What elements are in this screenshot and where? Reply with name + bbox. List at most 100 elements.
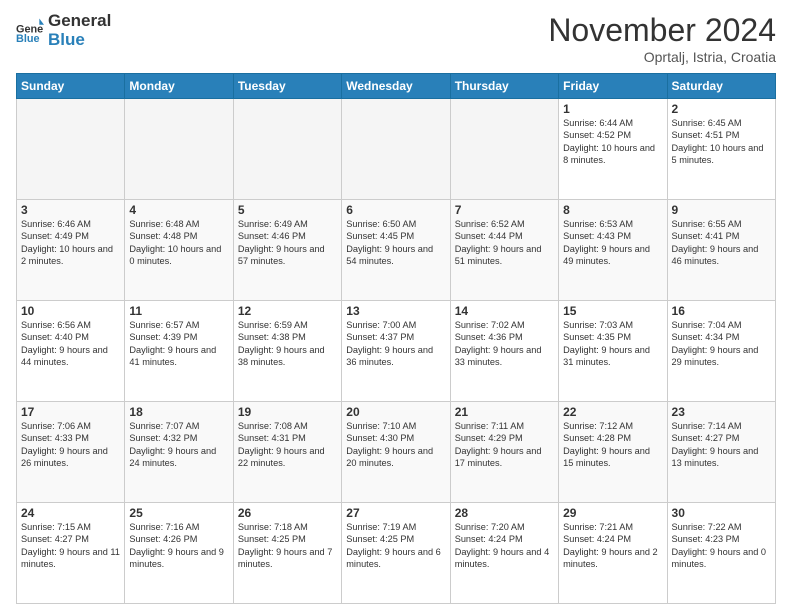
calendar-cell: 15Sunrise: 7:03 AM Sunset: 4:35 PM Dayli… bbox=[559, 301, 667, 402]
day-info: Sunrise: 6:53 AM Sunset: 4:43 PM Dayligh… bbox=[563, 218, 662, 268]
calendar-cell bbox=[125, 99, 233, 200]
logo: General Blue General Blue bbox=[16, 12, 111, 49]
calendar-cell: 10Sunrise: 6:56 AM Sunset: 4:40 PM Dayli… bbox=[17, 301, 125, 402]
calendar-cell bbox=[450, 99, 558, 200]
day-info: Sunrise: 6:48 AM Sunset: 4:48 PM Dayligh… bbox=[129, 218, 228, 268]
day-info: Sunrise: 7:16 AM Sunset: 4:26 PM Dayligh… bbox=[129, 521, 228, 571]
calendar-cell: 6Sunrise: 6:50 AM Sunset: 4:45 PM Daylig… bbox=[342, 200, 450, 301]
day-info: Sunrise: 7:11 AM Sunset: 4:29 PM Dayligh… bbox=[455, 420, 554, 470]
day-info: Sunrise: 7:03 AM Sunset: 4:35 PM Dayligh… bbox=[563, 319, 662, 369]
day-number: 9 bbox=[672, 203, 771, 217]
day-info: Sunrise: 7:15 AM Sunset: 4:27 PM Dayligh… bbox=[21, 521, 120, 571]
day-number: 30 bbox=[672, 506, 771, 520]
day-number: 17 bbox=[21, 405, 120, 419]
day-info: Sunrise: 6:45 AM Sunset: 4:51 PM Dayligh… bbox=[672, 117, 771, 167]
day-number: 29 bbox=[563, 506, 662, 520]
day-number: 5 bbox=[238, 203, 337, 217]
calendar-cell: 20Sunrise: 7:10 AM Sunset: 4:30 PM Dayli… bbox=[342, 402, 450, 503]
calendar-cell: 18Sunrise: 7:07 AM Sunset: 4:32 PM Dayli… bbox=[125, 402, 233, 503]
day-info: Sunrise: 7:08 AM Sunset: 4:31 PM Dayligh… bbox=[238, 420, 337, 470]
day-info: Sunrise: 6:52 AM Sunset: 4:44 PM Dayligh… bbox=[455, 218, 554, 268]
day-info: Sunrise: 7:07 AM Sunset: 4:32 PM Dayligh… bbox=[129, 420, 228, 470]
day-number: 21 bbox=[455, 405, 554, 419]
day-number: 28 bbox=[455, 506, 554, 520]
col-header-saturday: Saturday bbox=[667, 74, 775, 99]
location-subtitle: Oprtalj, Istria, Croatia bbox=[548, 49, 776, 65]
day-number: 3 bbox=[21, 203, 120, 217]
calendar-week-0: 1Sunrise: 6:44 AM Sunset: 4:52 PM Daylig… bbox=[17, 99, 776, 200]
calendar-table: SundayMondayTuesdayWednesdayThursdayFrid… bbox=[16, 73, 776, 604]
calendar-cell bbox=[17, 99, 125, 200]
calendar-cell: 22Sunrise: 7:12 AM Sunset: 4:28 PM Dayli… bbox=[559, 402, 667, 503]
day-info: Sunrise: 7:00 AM Sunset: 4:37 PM Dayligh… bbox=[346, 319, 445, 369]
calendar-cell: 1Sunrise: 6:44 AM Sunset: 4:52 PM Daylig… bbox=[559, 99, 667, 200]
calendar-cell: 8Sunrise: 6:53 AM Sunset: 4:43 PM Daylig… bbox=[559, 200, 667, 301]
day-number: 6 bbox=[346, 203, 445, 217]
day-info: Sunrise: 6:59 AM Sunset: 4:38 PM Dayligh… bbox=[238, 319, 337, 369]
day-number: 16 bbox=[672, 304, 771, 318]
calendar-cell: 9Sunrise: 6:55 AM Sunset: 4:41 PM Daylig… bbox=[667, 200, 775, 301]
page: General Blue General Blue November 2024 … bbox=[0, 0, 792, 612]
calendar-cell: 21Sunrise: 7:11 AM Sunset: 4:29 PM Dayli… bbox=[450, 402, 558, 503]
calendar-cell: 30Sunrise: 7:22 AM Sunset: 4:23 PM Dayli… bbox=[667, 503, 775, 604]
header: General Blue General Blue November 2024 … bbox=[16, 12, 776, 65]
day-number: 19 bbox=[238, 405, 337, 419]
col-header-sunday: Sunday bbox=[17, 74, 125, 99]
logo-icon: General Blue bbox=[16, 17, 44, 45]
svg-text:Blue: Blue bbox=[16, 33, 40, 45]
day-number: 14 bbox=[455, 304, 554, 318]
day-info: Sunrise: 7:21 AM Sunset: 4:24 PM Dayligh… bbox=[563, 521, 662, 571]
calendar-cell: 27Sunrise: 7:19 AM Sunset: 4:25 PM Dayli… bbox=[342, 503, 450, 604]
day-info: Sunrise: 6:55 AM Sunset: 4:41 PM Dayligh… bbox=[672, 218, 771, 268]
month-title: November 2024 bbox=[548, 12, 776, 49]
calendar-cell: 12Sunrise: 6:59 AM Sunset: 4:38 PM Dayli… bbox=[233, 301, 341, 402]
day-number: 1 bbox=[563, 102, 662, 116]
calendar-week-1: 3Sunrise: 6:46 AM Sunset: 4:49 PM Daylig… bbox=[17, 200, 776, 301]
day-info: Sunrise: 6:46 AM Sunset: 4:49 PM Dayligh… bbox=[21, 218, 120, 268]
day-info: Sunrise: 7:19 AM Sunset: 4:25 PM Dayligh… bbox=[346, 521, 445, 571]
col-header-tuesday: Tuesday bbox=[233, 74, 341, 99]
calendar-cell: 5Sunrise: 6:49 AM Sunset: 4:46 PM Daylig… bbox=[233, 200, 341, 301]
day-number: 8 bbox=[563, 203, 662, 217]
calendar-week-2: 10Sunrise: 6:56 AM Sunset: 4:40 PM Dayli… bbox=[17, 301, 776, 402]
col-header-thursday: Thursday bbox=[450, 74, 558, 99]
day-number: 15 bbox=[563, 304, 662, 318]
calendar-cell: 23Sunrise: 7:14 AM Sunset: 4:27 PM Dayli… bbox=[667, 402, 775, 503]
day-number: 2 bbox=[672, 102, 771, 116]
calendar-week-4: 24Sunrise: 7:15 AM Sunset: 4:27 PM Dayli… bbox=[17, 503, 776, 604]
calendar-cell: 7Sunrise: 6:52 AM Sunset: 4:44 PM Daylig… bbox=[450, 200, 558, 301]
day-number: 11 bbox=[129, 304, 228, 318]
calendar-cell bbox=[233, 99, 341, 200]
calendar-cell: 14Sunrise: 7:02 AM Sunset: 4:36 PM Dayli… bbox=[450, 301, 558, 402]
day-number: 25 bbox=[129, 506, 228, 520]
calendar-cell: 4Sunrise: 6:48 AM Sunset: 4:48 PM Daylig… bbox=[125, 200, 233, 301]
calendar-cell: 3Sunrise: 6:46 AM Sunset: 4:49 PM Daylig… bbox=[17, 200, 125, 301]
day-info: Sunrise: 7:20 AM Sunset: 4:24 PM Dayligh… bbox=[455, 521, 554, 571]
day-number: 7 bbox=[455, 203, 554, 217]
day-info: Sunrise: 7:06 AM Sunset: 4:33 PM Dayligh… bbox=[21, 420, 120, 470]
calendar-cell: 16Sunrise: 7:04 AM Sunset: 4:34 PM Dayli… bbox=[667, 301, 775, 402]
day-number: 13 bbox=[346, 304, 445, 318]
day-number: 4 bbox=[129, 203, 228, 217]
day-info: Sunrise: 6:49 AM Sunset: 4:46 PM Dayligh… bbox=[238, 218, 337, 268]
day-number: 27 bbox=[346, 506, 445, 520]
day-number: 12 bbox=[238, 304, 337, 318]
logo-general-text: General bbox=[48, 12, 111, 31]
col-header-wednesday: Wednesday bbox=[342, 74, 450, 99]
calendar-cell: 26Sunrise: 7:18 AM Sunset: 4:25 PM Dayli… bbox=[233, 503, 341, 604]
calendar-cell: 2Sunrise: 6:45 AM Sunset: 4:51 PM Daylig… bbox=[667, 99, 775, 200]
calendar-cell: 25Sunrise: 7:16 AM Sunset: 4:26 PM Dayli… bbox=[125, 503, 233, 604]
day-info: Sunrise: 7:02 AM Sunset: 4:36 PM Dayligh… bbox=[455, 319, 554, 369]
calendar-cell bbox=[342, 99, 450, 200]
calendar-cell: 19Sunrise: 7:08 AM Sunset: 4:31 PM Dayli… bbox=[233, 402, 341, 503]
col-header-monday: Monday bbox=[125, 74, 233, 99]
day-number: 24 bbox=[21, 506, 120, 520]
title-block: November 2024 Oprtalj, Istria, Croatia bbox=[548, 12, 776, 65]
calendar-cell: 11Sunrise: 6:57 AM Sunset: 4:39 PM Dayli… bbox=[125, 301, 233, 402]
day-info: Sunrise: 7:14 AM Sunset: 4:27 PM Dayligh… bbox=[672, 420, 771, 470]
day-number: 26 bbox=[238, 506, 337, 520]
day-number: 18 bbox=[129, 405, 228, 419]
day-number: 10 bbox=[21, 304, 120, 318]
day-info: Sunrise: 6:50 AM Sunset: 4:45 PM Dayligh… bbox=[346, 218, 445, 268]
day-info: Sunrise: 6:44 AM Sunset: 4:52 PM Dayligh… bbox=[563, 117, 662, 167]
